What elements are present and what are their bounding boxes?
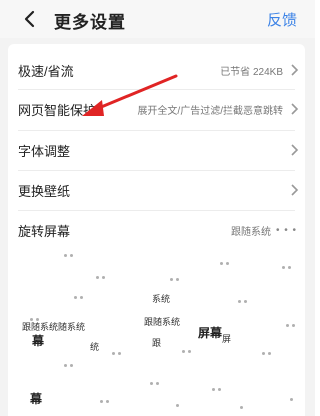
row-label: 更换壁纸	[18, 183, 71, 199]
fragment-text: 统	[90, 342, 100, 352]
row-label: 字体调整	[18, 143, 71, 159]
fragment-text: 屏幕	[198, 326, 223, 340]
settings-screen: 更多设置 反馈 极速/省流 已节省 224KB 网页智能保护 展开全文/广告过滤…	[0, 0, 315, 416]
chevron-right-icon	[291, 64, 299, 76]
feedback-link[interactable]: 反馈	[267, 9, 297, 30]
fragment-text: 幕	[30, 392, 43, 406]
back-arrow-icon[interactable]	[22, 9, 36, 29]
glitch-overlay: 系统 跟随系统 跟随系统随系统 幕 统 跟 屏幕 屏 幕	[0, 240, 315, 416]
setting-row-font-size[interactable]: 字体调整	[8, 130, 305, 170]
fragment-text: 跟	[152, 338, 162, 348]
row-label: 旋转屏幕	[18, 223, 71, 239]
row-value: 已节省 224KB	[220, 66, 283, 78]
chevron-right-icon	[291, 103, 299, 115]
setting-row-wallpaper[interactable]: 更换壁纸	[8, 170, 305, 210]
fragment-text: 幕	[32, 334, 45, 348]
fragment-text: 跟随系统	[144, 317, 181, 327]
annotation-arrow-icon	[82, 74, 178, 116]
row-label: 极速/省流	[18, 63, 74, 79]
row-value: 跟随系统	[231, 226, 271, 238]
fragment-text: 系统	[152, 294, 171, 304]
chevron-right-icon	[291, 144, 299, 156]
top-bar: 更多设置 反馈	[0, 0, 315, 38]
page-title: 更多设置	[54, 13, 126, 32]
more-dots-icon[interactable]: • • •	[276, 225, 297, 236]
chevron-right-icon	[291, 184, 299, 196]
fragment-text: 屏	[222, 334, 232, 344]
